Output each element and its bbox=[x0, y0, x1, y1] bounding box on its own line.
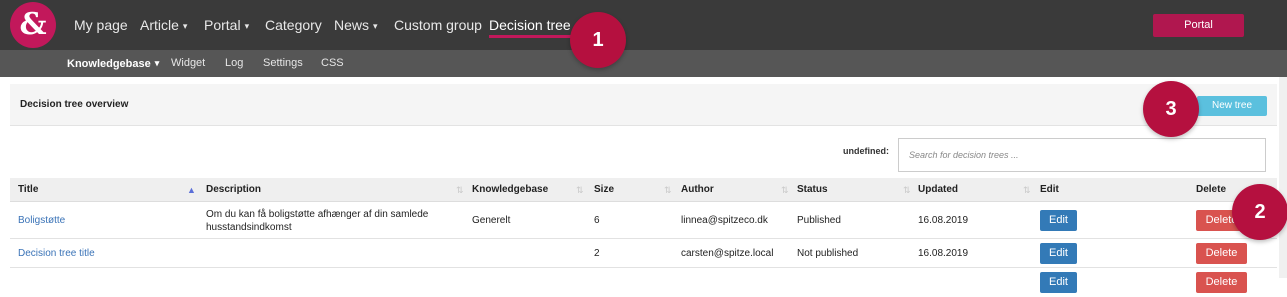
row-description: Om du kan få boligstøtte afhænger af din… bbox=[206, 209, 429, 233]
sort-icon[interactable]: ⇅ bbox=[456, 178, 464, 202]
row-title-link[interactable]: Decision tree title bbox=[18, 247, 95, 260]
sort-icon[interactable]: ⇅ bbox=[576, 178, 584, 202]
row-updated: 16.08.2019 bbox=[918, 215, 969, 226]
nav-item-label: Portal bbox=[204, 17, 241, 33]
table-row: Boligstøtte Om du kan få boligstøtte afh… bbox=[10, 203, 1277, 239]
row-size: 2 bbox=[594, 248, 600, 259]
chevron-down-icon: ▾ bbox=[373, 21, 378, 31]
subnav-item-label: Knowledgebase bbox=[67, 58, 151, 70]
edit-button[interactable]: Edit bbox=[1040, 210, 1077, 231]
chevron-down-icon: ▾ bbox=[244, 21, 250, 31]
new-tree-button[interactable]: New tree bbox=[1197, 96, 1267, 116]
subnav-item-log[interactable]: Log bbox=[225, 50, 243, 77]
annotation-badge-2: 2 bbox=[1232, 184, 1287, 240]
delete-button[interactable]: Delete bbox=[1196, 243, 1247, 264]
subnav-item-settings[interactable]: Settings bbox=[263, 50, 303, 77]
chevron-down-icon: ▾ bbox=[154, 58, 160, 68]
sort-icon[interactable]: ⇅ bbox=[664, 178, 672, 202]
brand-logo[interactable]: & bbox=[10, 2, 56, 48]
nav-item-custom-group[interactable]: Custom group bbox=[394, 0, 482, 50]
search-label: undefined: bbox=[843, 146, 889, 156]
delete-button[interactable]: Delete bbox=[1196, 272, 1247, 293]
edit-button[interactable]: Edit bbox=[1040, 243, 1077, 264]
subnav-item-knowledgebase[interactable]: Knowledgebase ▾ bbox=[67, 50, 159, 77]
subnav-item-widget[interactable]: Widget bbox=[171, 50, 205, 77]
row-status: Published bbox=[797, 215, 841, 226]
column-header-author[interactable]: Author bbox=[681, 178, 714, 202]
overview-panel-header: Decision tree overview New tree bbox=[10, 84, 1277, 126]
column-header-size[interactable]: Size bbox=[594, 178, 614, 202]
page-title: Decision tree overview bbox=[20, 99, 129, 110]
portal-button[interactable]: Portal bbox=[1153, 14, 1244, 37]
edit-button[interactable]: Edit bbox=[1040, 272, 1077, 293]
scrollbar[interactable] bbox=[1279, 77, 1287, 278]
sort-icon[interactable]: ⇅ bbox=[781, 178, 789, 202]
table-header: Title ▲ Description ⇅ Knowledgebase ⇅ Si… bbox=[10, 178, 1277, 202]
row-title-link[interactable]: Boligstøtte bbox=[18, 214, 65, 227]
search-input[interactable] bbox=[898, 138, 1266, 172]
sort-asc-icon[interactable]: ▲ bbox=[187, 178, 196, 202]
column-header-updated[interactable]: Updated bbox=[918, 178, 958, 202]
row-author: linnea@spitzeco.dk bbox=[681, 215, 768, 226]
column-header-description[interactable]: Description bbox=[206, 178, 261, 202]
row-author: carsten@spitze.local bbox=[681, 248, 774, 259]
table-row: Edit Delete bbox=[10, 268, 1277, 297]
sort-icon[interactable]: ⇅ bbox=[1023, 178, 1031, 202]
top-navbar: & My page Article ▾ Portal ▾ Category News… bbox=[0, 0, 1287, 50]
nav-item-label: Category bbox=[265, 17, 322, 33]
column-header-edit: Edit bbox=[1040, 184, 1059, 195]
column-header-status[interactable]: Status bbox=[797, 178, 828, 202]
row-status: Not published bbox=[797, 248, 859, 259]
nav-item-label: News bbox=[334, 17, 370, 33]
column-header-knowledgebase[interactable]: Knowledgebase bbox=[472, 178, 548, 202]
nav-item-category[interactable]: Category bbox=[265, 0, 322, 50]
annotation-badge-3: 3 bbox=[1143, 81, 1199, 137]
nav-item-label: Article bbox=[140, 17, 179, 33]
row-updated: 16.08.2019 bbox=[918, 248, 969, 259]
row-knowledgebase: Generelt bbox=[472, 215, 511, 226]
nav-item-news[interactable]: News ▾ bbox=[334, 0, 378, 50]
nav-item-label: Decision tree bbox=[489, 17, 571, 33]
nav-item-my-page[interactable]: My page bbox=[74, 0, 128, 50]
row-size: 6 bbox=[594, 215, 600, 226]
nav-item-portal[interactable]: Portal ▾ bbox=[204, 0, 249, 50]
sub-navbar: Knowledgebase ▾ Widget Log Settings CSS bbox=[0, 50, 1287, 77]
annotation-badge-1: 1 bbox=[570, 12, 626, 68]
nav-item-decision-tree[interactable]: Decision tree bbox=[489, 0, 571, 50]
sort-icon[interactable]: ⇅ bbox=[903, 178, 911, 202]
table-row: Decision tree title 2 carsten@spitze.loc… bbox=[10, 239, 1277, 268]
column-header-delete: Delete bbox=[1196, 184, 1227, 195]
column-header-title[interactable]: Title bbox=[18, 178, 38, 202]
subnav-item-css[interactable]: CSS bbox=[321, 50, 344, 77]
nav-item-label: My page bbox=[74, 17, 128, 33]
nav-item-article[interactable]: Article ▾ bbox=[140, 0, 187, 50]
chevron-down-icon: ▾ bbox=[182, 21, 188, 31]
nav-item-label: Custom group bbox=[394, 17, 482, 33]
